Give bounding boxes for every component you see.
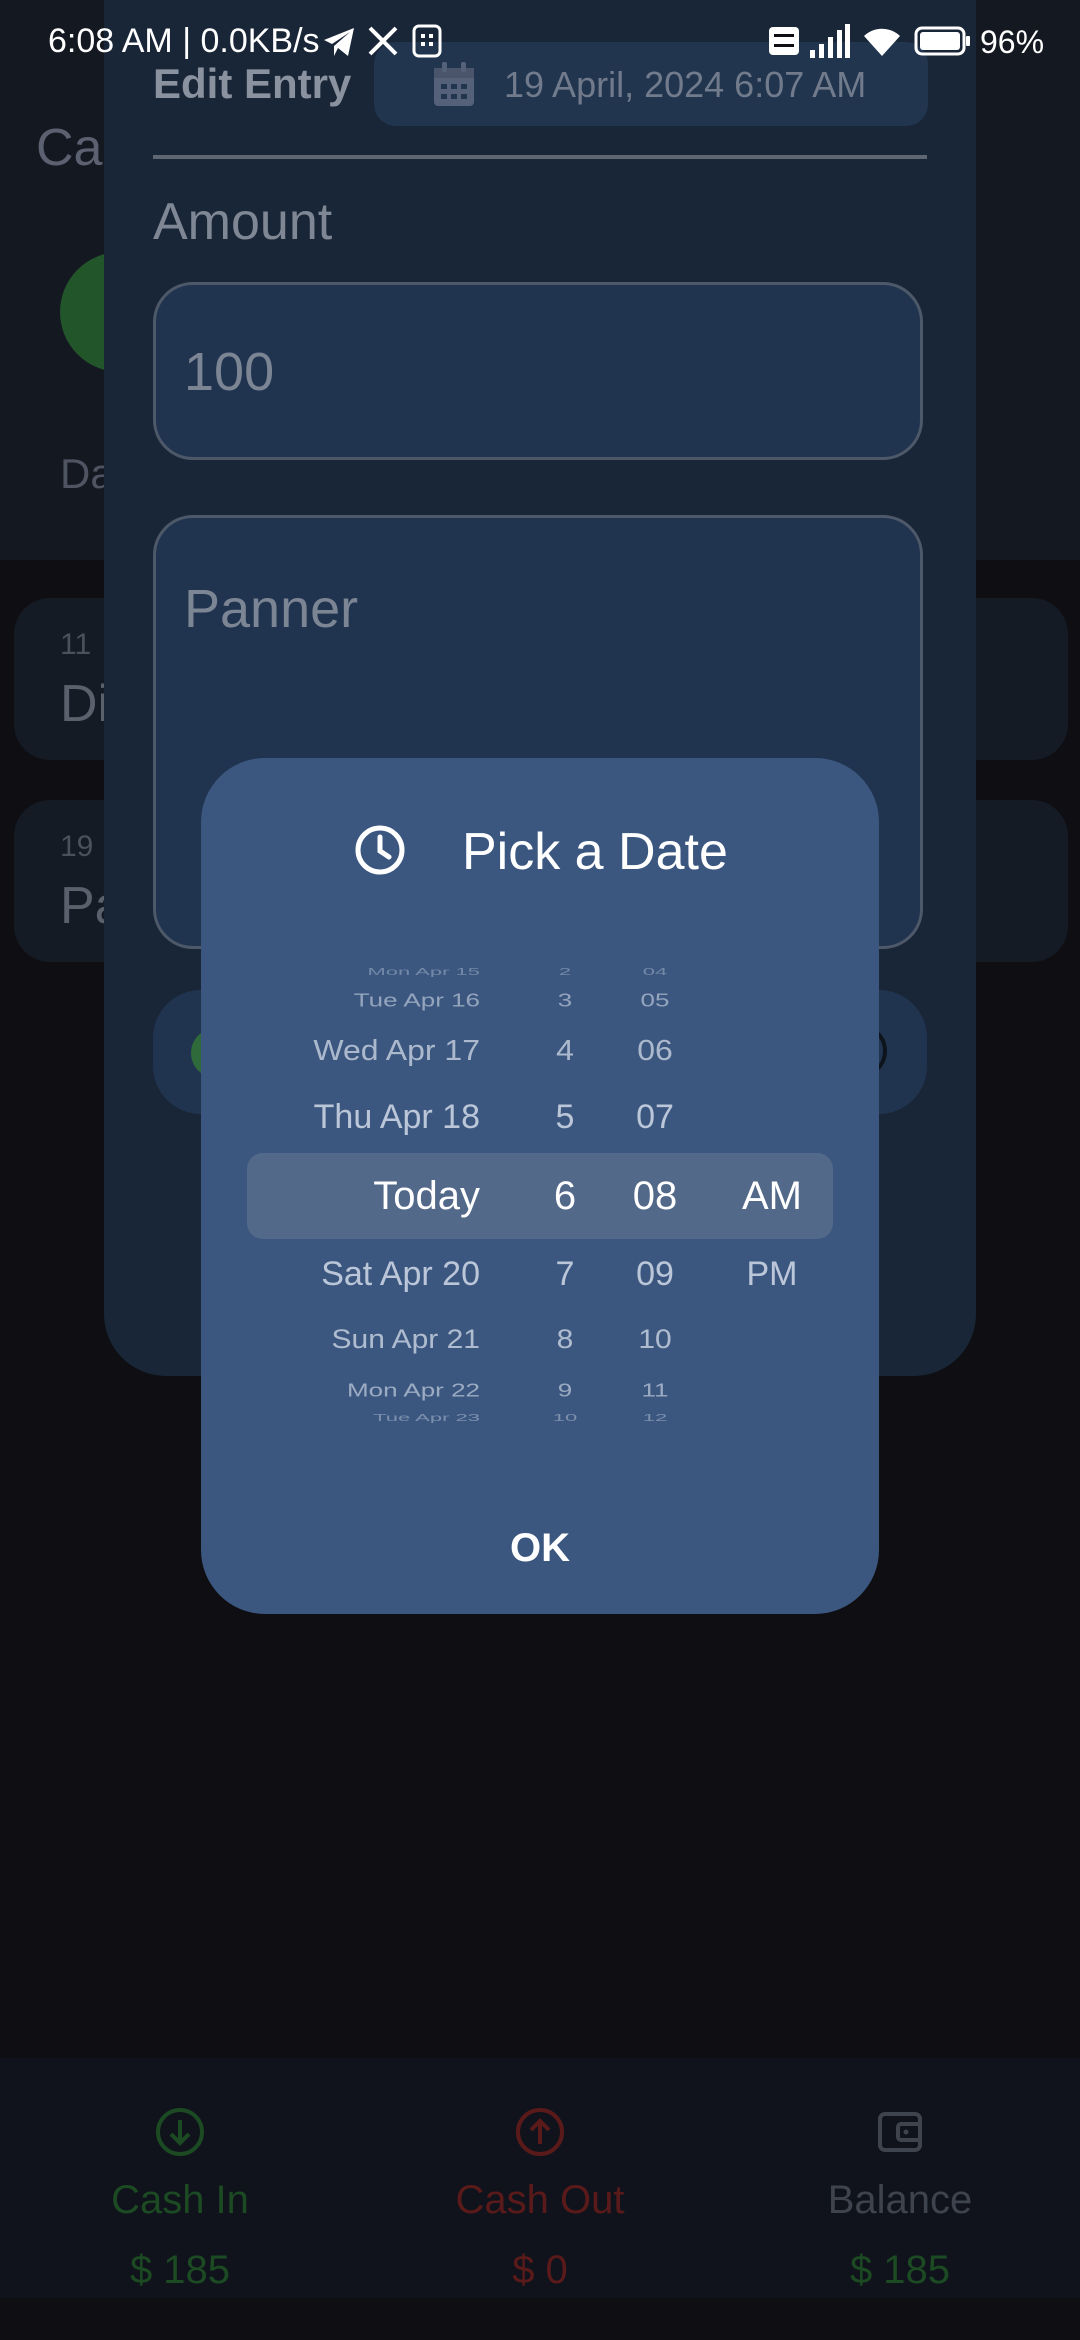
hour-option[interactable]: 2 bbox=[520, 967, 610, 977]
amount-value: 100 bbox=[184, 342, 275, 402]
hour-option[interactable]: 8 bbox=[520, 1326, 610, 1354]
minute-option[interactable]: 06 bbox=[620, 1036, 690, 1065]
minute-wheel[interactable]: 04 05 06 07 08 09 10 11 12 bbox=[620, 960, 690, 1430]
status-bar: 6:08 AM | 0.0KB/s 96% bbox=[0, 0, 1080, 84]
hour-wheel[interactable]: 2 3 4 5 6 7 8 9 10 bbox=[520, 960, 610, 1430]
balance-item[interactable]: Balance $ 185 bbox=[720, 2058, 1080, 2298]
battery-icon bbox=[914, 26, 970, 56]
ampm-wheel[interactable]: AM PM bbox=[724, 960, 820, 1430]
hour-option[interactable]: 4 bbox=[520, 1036, 610, 1065]
minute-option[interactable]: 04 bbox=[620, 967, 690, 977]
cash-in-item[interactable]: Cash In $ 185 bbox=[0, 2058, 360, 2298]
date-option[interactable]: Mon Apr 22 bbox=[347, 1381, 480, 1399]
dialog-title: Pick a Date bbox=[462, 823, 728, 881]
amount-label: Amount bbox=[153, 193, 333, 251]
date-option[interactable]: Sun Apr 21 bbox=[332, 1326, 480, 1354]
clock-icon bbox=[355, 825, 405, 875]
date-option[interactable]: Mon Apr 15 bbox=[367, 967, 480, 977]
app-icon bbox=[412, 24, 442, 58]
balance-amount: $ 185 bbox=[849, 2248, 951, 2292]
minute-option[interactable]: 11 bbox=[620, 1381, 690, 1399]
ampm-option[interactable]: AM bbox=[724, 1176, 820, 1216]
entry-name: Di bbox=[60, 675, 110, 733]
cash-in-label: Cash In bbox=[111, 2178, 249, 2222]
minute-option[interactable]: 12 bbox=[620, 1413, 690, 1423]
status-time: 6:08 AM | 0.0KB/s bbox=[48, 22, 320, 60]
telegram-icon bbox=[324, 28, 354, 56]
cash-out-label: Cash Out bbox=[455, 2178, 625, 2222]
minute-option[interactable]: 10 bbox=[620, 1326, 690, 1354]
minute-option[interactable]: 09 bbox=[620, 1257, 690, 1291]
bottom-summary-bar: Cash In $ 185 Cash Out $ 0 Balance $ 185 bbox=[0, 2058, 1080, 2298]
minute-option[interactable]: 05 bbox=[620, 991, 690, 1009]
background-title: Ca bbox=[36, 119, 103, 177]
date-option[interactable]: Tue Apr 16 bbox=[354, 991, 480, 1009]
arrow-down-circle-icon bbox=[156, 2108, 204, 2156]
amount-field[interactable]: 100 bbox=[153, 282, 923, 460]
entry-date: 11 bbox=[60, 628, 92, 661]
x-icon bbox=[368, 26, 398, 56]
divider bbox=[153, 155, 927, 159]
hour-option[interactable]: 10 bbox=[520, 1413, 610, 1423]
hour-option[interactable]: 9 bbox=[520, 1381, 610, 1399]
cash-in-amount: $ 185 bbox=[129, 2248, 231, 2292]
signal-icon bbox=[810, 24, 850, 58]
note-value: Panner bbox=[184, 579, 359, 639]
cash-out-item[interactable]: Cash Out $ 0 bbox=[360, 2058, 720, 2298]
date-option[interactable]: Today bbox=[373, 1176, 480, 1216]
date-option[interactable]: Thu Apr 18 bbox=[314, 1100, 480, 1134]
arrow-up-circle-icon bbox=[516, 2108, 564, 2156]
battery-percentage: 96% bbox=[980, 24, 1045, 60]
wifi-icon bbox=[864, 28, 900, 56]
date-option[interactable]: Wed Apr 17 bbox=[313, 1036, 480, 1065]
balance-label: Balance bbox=[827, 2178, 973, 2222]
volte-icon bbox=[769, 27, 799, 55]
entry-date: 19 bbox=[60, 830, 94, 863]
hour-option[interactable]: 6 bbox=[520, 1176, 610, 1216]
ok-button[interactable]: OK bbox=[466, 1508, 614, 1588]
hour-option[interactable]: 3 bbox=[520, 991, 610, 1009]
date-wheel[interactable]: Mon Apr 15 Tue Apr 16 Wed Apr 17 Thu Apr 18… bbox=[240, 960, 480, 1430]
minute-option[interactable]: 07 bbox=[620, 1100, 690, 1134]
date-option[interactable]: Tue Apr 23 bbox=[373, 1413, 480, 1423]
hour-option[interactable]: 5 bbox=[520, 1100, 610, 1134]
minute-option[interactable]: 08 bbox=[620, 1176, 690, 1216]
ampm-option[interactable]: PM bbox=[724, 1257, 820, 1291]
hour-option[interactable]: 7 bbox=[520, 1257, 610, 1291]
cash-out-amount: $ 0 bbox=[512, 2248, 568, 2292]
ok-label: OK bbox=[510, 1526, 570, 1570]
wallet-icon bbox=[878, 2112, 922, 2152]
date-option[interactable]: Sat Apr 20 bbox=[321, 1257, 480, 1291]
